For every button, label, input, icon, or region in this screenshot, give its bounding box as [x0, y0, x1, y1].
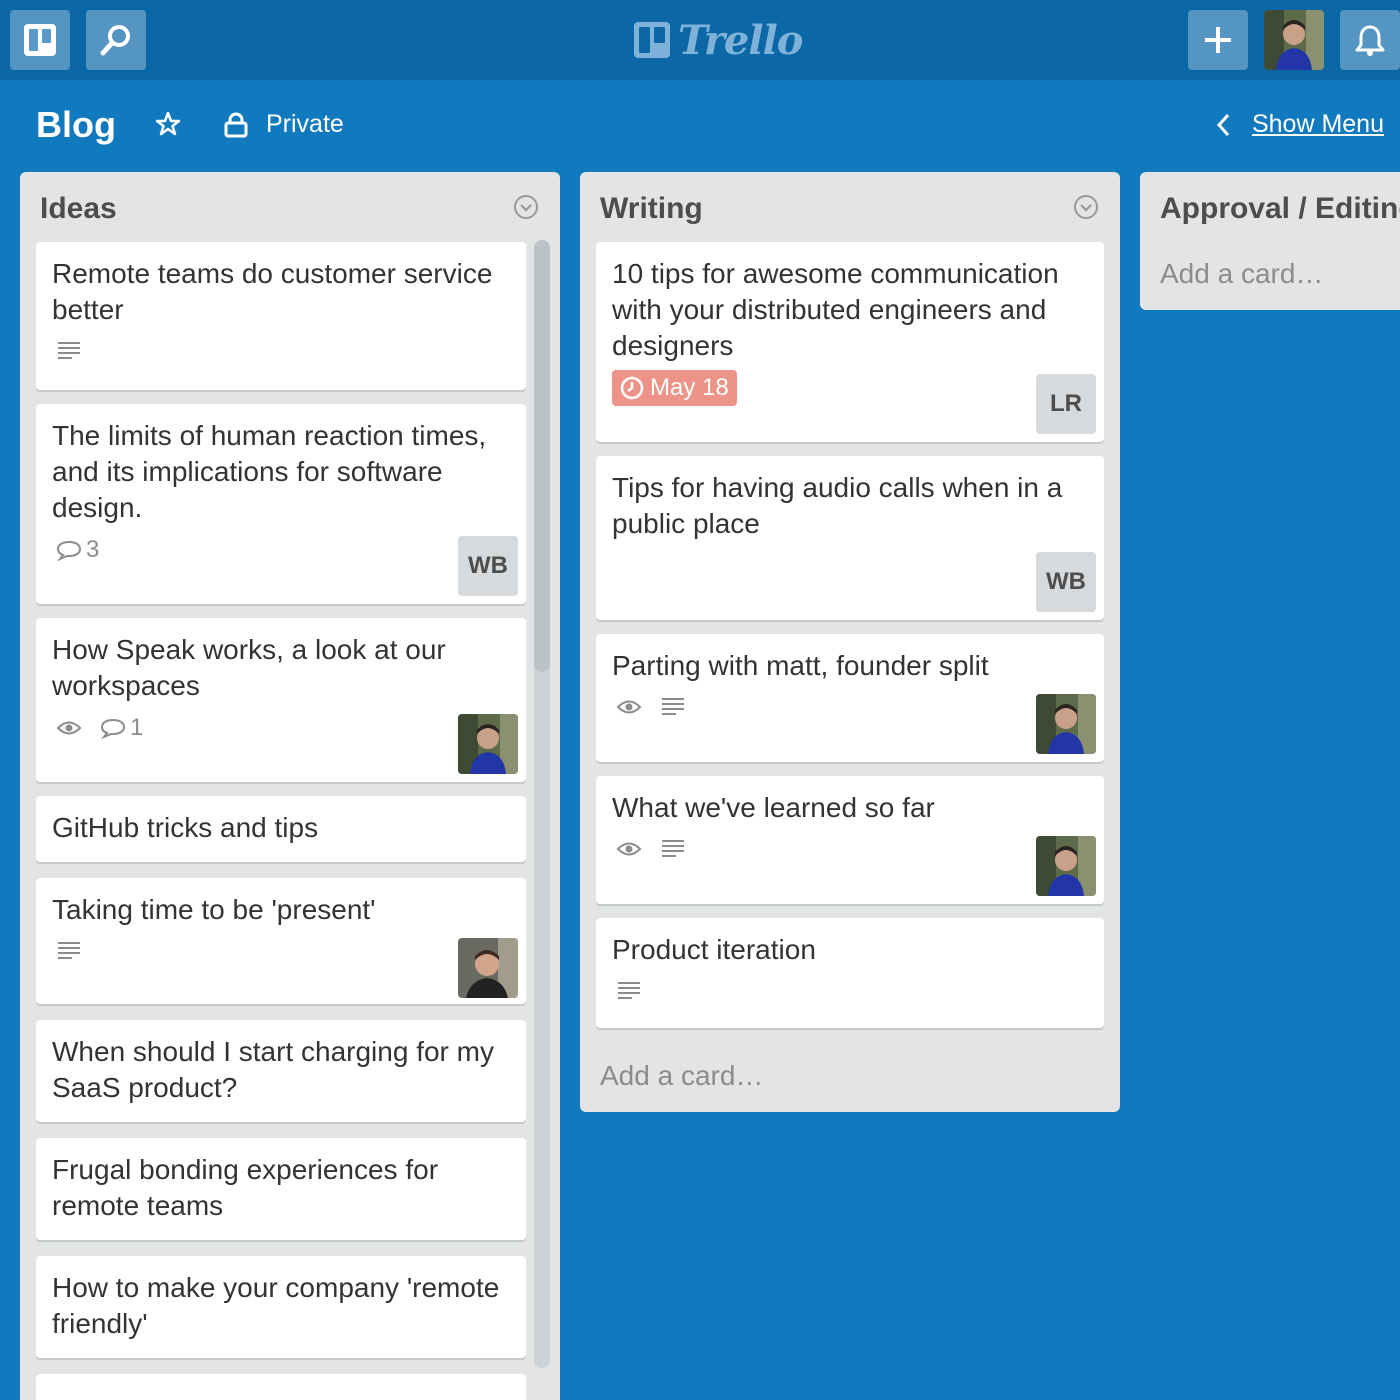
list-title[interactable]: Writing [600, 192, 703, 226]
avatar [1036, 694, 1096, 754]
boards-button[interactable] [10, 10, 70, 70]
comment-icon [100, 718, 126, 739]
visibility-label: Private [266, 110, 344, 138]
chevron-left-icon [1216, 113, 1230, 136]
card[interactable]: The limits of human reaction times, and … [36, 404, 526, 604]
board-title[interactable]: Blog [36, 104, 116, 146]
list-ideas: Ideas Remote teams do customer service b… [20, 172, 560, 1400]
card-title: Frugal bonding experiences for remote te… [52, 1154, 439, 1221]
card[interactable]: Frugal bonding experiences for remote te… [36, 1138, 526, 1240]
card[interactable]: When should I start charging for my SaaS… [36, 1020, 526, 1122]
trello-logo-icon [634, 22, 670, 58]
card-title: Remote teams do customer service better [52, 258, 493, 325]
comment-icon [56, 540, 82, 561]
card-title: Taking time to be 'present' [52, 894, 376, 925]
member-avatar[interactable] [458, 938, 518, 998]
list-writing: Writing 10 tips for awesome communicatio… [580, 172, 1120, 1112]
visibility-button[interactable]: Private [224, 110, 344, 139]
description-icon [618, 982, 640, 999]
comment-count: 1 [130, 714, 144, 741]
list-approval-editing: Approval / Editing Add a card… [1140, 172, 1400, 310]
due-date: May 18 [650, 374, 729, 401]
description-icon [662, 698, 684, 715]
card-title: What we've learned so far [612, 792, 935, 823]
list-title[interactable]: Approval / Editing [1160, 192, 1400, 226]
comments-badge: 1 [100, 714, 143, 742]
star-icon [155, 111, 181, 136]
card[interactable] [36, 1374, 526, 1400]
add-button[interactable] [1188, 10, 1248, 70]
member-avatar[interactable] [1036, 694, 1096, 754]
card-title: Product iteration [612, 934, 816, 965]
avatar [458, 938, 518, 998]
card[interactable]: GitHub tricks and tips [36, 796, 526, 862]
card-title: GitHub tricks and tips [52, 812, 319, 843]
boards-icon [24, 24, 56, 56]
card[interactable]: Remote teams do customer service better [36, 242, 526, 390]
list-menu-icon[interactable] [513, 194, 539, 220]
card[interactable]: 10 tips for awesome communication with y… [596, 242, 1104, 442]
search-button[interactable] [86, 10, 146, 70]
trello-logo[interactable]: Trello [634, 16, 803, 64]
eye-icon [616, 700, 642, 714]
lock-icon [224, 112, 248, 137]
plus-icon [1205, 27, 1231, 53]
list-scrollbar-thumb[interactable] [534, 240, 550, 672]
comment-count: 3 [86, 536, 100, 563]
card-title: 10 tips for awesome communication with y… [612, 258, 1059, 361]
logo-text: Trello [678, 16, 803, 64]
member-initials[interactable]: LR [1036, 374, 1096, 434]
card-title: Parting with matt, founder split [612, 650, 989, 681]
card-title: The limits of human reaction times, and … [52, 420, 487, 523]
top-bar: Trello [0, 0, 1400, 80]
card[interactable]: Parting with matt, founder split [596, 634, 1104, 762]
search-icon [100, 25, 130, 56]
comments-badge: 3 [56, 536, 99, 564]
description-icon [58, 342, 80, 359]
card[interactable]: What we've learned so far [596, 776, 1104, 904]
avatar [458, 714, 518, 774]
card-title: How to make your company 'remote friendl… [52, 1272, 500, 1339]
member-initials[interactable]: WB [458, 536, 518, 596]
card[interactable]: Product iteration [596, 918, 1104, 1028]
add-card-link[interactable]: Add a card… [600, 1060, 763, 1092]
card-title: How Speak works, a look at our workspace… [52, 634, 446, 701]
clock-icon [620, 376, 644, 400]
user-avatar[interactable] [1264, 10, 1324, 70]
member-initials[interactable]: WB [1036, 552, 1096, 612]
avatar [1036, 836, 1096, 896]
show-menu-label: Show Menu [1251, 110, 1384, 138]
card[interactable]: Taking time to be 'present' [36, 878, 526, 1004]
list-title[interactable]: Ideas [40, 192, 117, 226]
card[interactable]: How Speak works, a look at our workspace… [36, 618, 526, 782]
card[interactable]: How to make your company 'remote friendl… [36, 1256, 526, 1358]
description-icon [662, 840, 684, 857]
eye-icon [616, 842, 642, 856]
card-title: When should I start charging for my SaaS… [52, 1036, 494, 1103]
bell-icon [1355, 25, 1385, 56]
add-card-link[interactable]: Add a card… [1160, 258, 1323, 290]
star-button[interactable] [154, 110, 182, 143]
due-date-badge[interactable]: May 18 [612, 370, 737, 406]
description-icon [58, 942, 80, 959]
notifications-button[interactable] [1340, 10, 1400, 70]
list-menu-icon[interactable] [1073, 194, 1099, 220]
card-title: Tips for having audio calls when in a pu… [612, 472, 1063, 539]
show-menu-button[interactable]: Show Menu [1216, 110, 1384, 139]
member-avatar[interactable] [458, 714, 518, 774]
member-avatar[interactable] [1036, 836, 1096, 896]
card[interactable]: Tips for having audio calls when in a pu… [596, 456, 1104, 620]
avatar [1264, 10, 1324, 70]
eye-icon [56, 721, 82, 735]
